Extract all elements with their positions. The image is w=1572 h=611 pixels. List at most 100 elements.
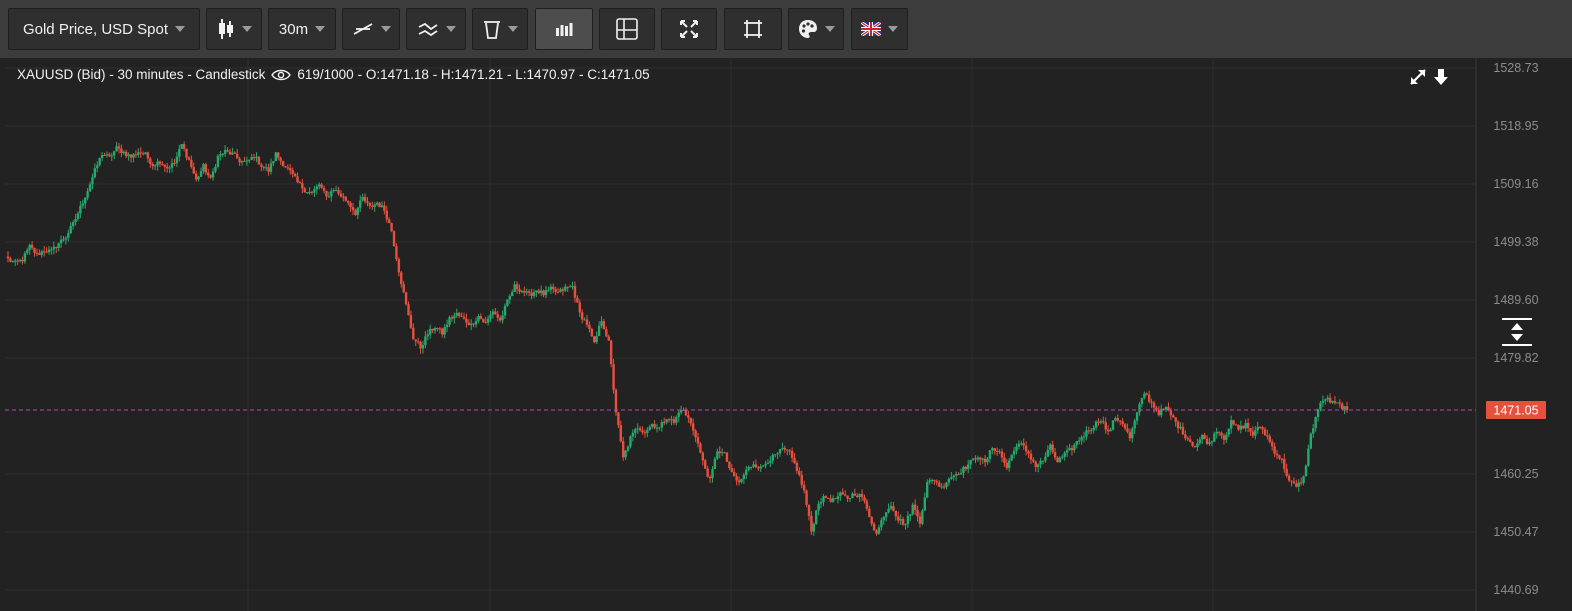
candle [1041,460,1045,465]
candle [28,243,31,255]
candle-body [1078,440,1081,442]
candle-body [400,272,403,285]
candle [173,159,176,166]
candle-body [993,448,996,452]
candle-body [397,259,401,273]
candle [67,229,70,242]
candle-body [1307,448,1310,466]
candle-body [129,154,133,158]
candle-body [901,519,905,525]
candle-body [1094,421,1098,428]
candle-body [687,415,690,418]
candle-body [795,462,799,471]
candle-body [665,419,668,423]
candle [23,251,27,264]
theme-button[interactable] [788,8,844,50]
candle [677,410,680,423]
candle-body [472,323,475,325]
candle [884,512,888,522]
candle-body [872,523,876,531]
interval-selector[interactable]: 30m [268,8,336,50]
candle [47,245,51,255]
candle [612,358,615,394]
candle [967,459,970,473]
candle [735,473,738,486]
toolbar: Gold Price, USD Spot 30m [0,0,1572,59]
candle [1027,449,1030,458]
candle [829,494,832,503]
candle-body [158,161,162,164]
candle-body [1261,427,1264,430]
candle [1237,424,1240,432]
candle [1068,443,1071,451]
fullscreen-button[interactable] [661,8,717,50]
candle-body [860,493,864,498]
candle-body [554,289,557,292]
volume-toggle-button[interactable] [535,8,593,50]
expand-diagonal-icon[interactable] [1409,68,1427,86]
indicators-button[interactable] [342,8,400,50]
candle-body [1273,446,1276,454]
candle [1193,445,1197,448]
candle-body [641,430,644,433]
candle-body [704,460,707,469]
candle-body [330,191,333,197]
candle [1324,398,1327,405]
candle [1012,447,1016,459]
candle [356,206,360,220]
candle-body [156,161,159,166]
candle [824,495,828,499]
candle-body [267,167,270,172]
candle-body [856,495,859,498]
delete-drawings-button[interactable] [472,8,528,50]
candle [798,467,801,477]
fit-chart-button[interactable] [724,8,782,50]
candle-body [1268,436,1271,442]
candle [127,152,130,161]
candle-body [216,155,220,167]
candle-body [904,524,907,526]
crosshair-button[interactable] [599,8,655,50]
candle-body [180,144,183,149]
candle-body [67,233,70,238]
candle-body [701,452,705,461]
scroll-to-latest-icon[interactable] [1433,68,1449,86]
candle-body [1063,452,1066,457]
drawing-tools-button[interactable] [406,8,466,50]
candle-body [221,153,224,155]
candle-body [1017,443,1021,447]
candle-body [1227,428,1230,435]
candle-body [725,452,729,462]
candle-body [781,447,784,450]
candle-body [1263,429,1267,436]
chart-type-button[interactable] [206,8,262,50]
candle [1338,399,1341,408]
candle-body [798,470,801,475]
candle-body [967,464,970,470]
candle [542,289,545,298]
language-button[interactable] [851,8,908,50]
candle [841,488,844,495]
price-chart[interactable]: 1528.73 1518.95 1509.16 1499.38 1489.60 1479.… [0,58,1572,611]
candle-body [339,193,343,197]
candle-body [1087,430,1091,432]
candle [149,156,152,168]
candle-body [650,423,654,427]
candle [1283,453,1286,473]
candle-body [1266,435,1269,437]
instrument-selector[interactable]: Gold Price, USD Spot [8,8,200,50]
candle-body [137,152,140,155]
candle [974,455,977,464]
candle-body [204,164,208,173]
candle [511,289,514,297]
chart-area[interactable]: 1528.73 1518.95 1509.16 1499.38 1489.60 1479.… [0,58,1572,611]
candle [185,148,188,161]
candle [1208,437,1211,446]
candle-body [564,286,567,291]
candle-body [351,207,355,211]
candle-body [366,201,369,203]
auto-scale-button[interactable] [1500,317,1534,352]
candle [470,319,473,331]
candle-body [520,291,524,293]
eye-icon[interactable] [271,69,292,81]
